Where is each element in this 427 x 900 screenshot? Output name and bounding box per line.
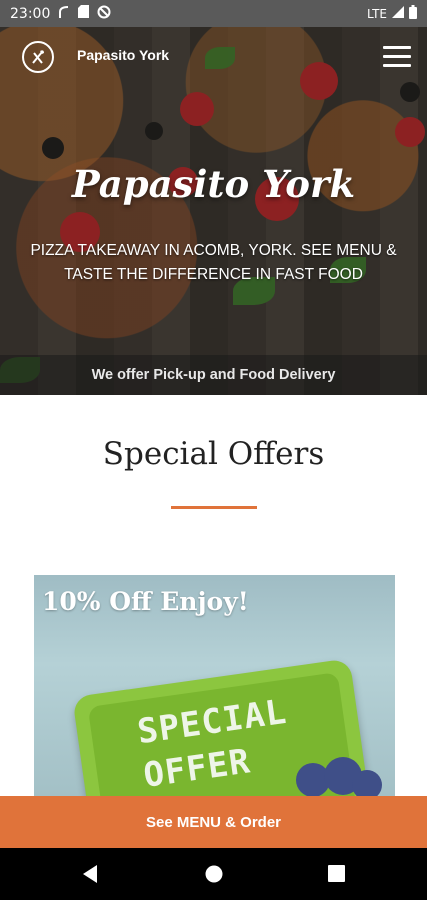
hero-subtitle-line: TASTE THE DIFFERENCE IN FAST FOOD xyxy=(64,266,363,283)
do-not-disturb-icon xyxy=(97,5,111,23)
section-title: Special Offers xyxy=(102,436,325,472)
site-name-link[interactable]: Papasito York xyxy=(77,47,169,63)
sd-card-icon xyxy=(78,5,90,22)
section-divider xyxy=(171,506,257,509)
mobile-data-icon xyxy=(58,5,70,23)
offer-heading: 10% Off Enjoy! xyxy=(42,587,249,616)
special-offer-card[interactable]: 10% Off Enjoy! SPECIAL OFFER xyxy=(34,575,395,797)
fork-knife-logo-icon[interactable] xyxy=(22,41,54,73)
hero-subtitle-line: PIZZA TAKEAWAY IN ACOMB, YORK. SEE MENU … xyxy=(30,242,397,259)
signal-icon xyxy=(392,6,404,21)
hero-overlay xyxy=(0,27,427,395)
status-time: 23:00 xyxy=(10,5,51,22)
hero-subtitle: PIZZA TAKEAWAY IN ACOMB, YORK. SEE MENU … xyxy=(10,239,417,287)
see-menu-order-button[interactable]: See MENU & Order xyxy=(0,796,427,848)
back-icon[interactable] xyxy=(81,864,99,888)
berry-decoration xyxy=(352,770,382,797)
hero-banner: Papasito York Papasito York PIZZA TAKEAW… xyxy=(0,27,427,395)
recents-icon[interactable] xyxy=(328,865,345,886)
status-bar: 23:00 LTE xyxy=(0,0,427,27)
network-type-label: LTE xyxy=(367,6,387,21)
battery-icon xyxy=(409,5,417,22)
hero-title: Papasito York xyxy=(71,162,356,206)
system-nav-bar xyxy=(0,848,427,900)
home-icon[interactable] xyxy=(204,864,224,888)
hamburger-menu-icon[interactable] xyxy=(383,46,411,68)
delivery-info-strip: We offer Pick-up and Food Delivery xyxy=(0,355,427,395)
